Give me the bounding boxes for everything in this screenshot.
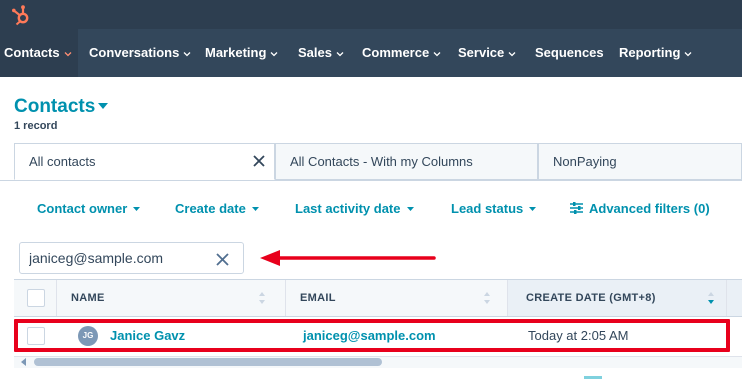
chevron-down-icon (684, 50, 692, 58)
filter-label: Last activity date (295, 201, 401, 216)
caret-down-icon[interactable] (98, 103, 108, 109)
nav-label: Contacts (4, 45, 60, 60)
tab-label: All Contacts - With my Columns (290, 154, 473, 169)
page-title[interactable]: Contacts (14, 96, 95, 118)
caret-down-icon (529, 207, 537, 212)
caret-down-icon (406, 207, 414, 212)
annotation-arrow-icon (260, 250, 436, 266)
tab-nonpaying[interactable]: NonPaying (538, 143, 742, 180)
nav-label: Service (458, 45, 505, 60)
hubspot-sprocket-icon[interactable] (10, 4, 32, 26)
column-divider (56, 280, 57, 316)
nav-service[interactable]: Service (458, 29, 516, 77)
filter-label: Create date (175, 201, 246, 216)
sort-descending-icon[interactable] (707, 291, 715, 305)
caret-down-icon (133, 207, 141, 212)
search-box (19, 242, 244, 274)
filter-last-activity-date[interactable]: Last activity date (295, 201, 414, 216)
view-tabs: All contacts All Contacts - With my Colu… (14, 143, 742, 180)
nav-sales[interactable]: Sales (298, 29, 344, 77)
nav-label: Sequences (535, 45, 604, 60)
column-header-email[interactable]: EMAIL (300, 280, 336, 316)
sort-icon[interactable] (483, 291, 491, 305)
tab-divider (0, 180, 742, 181)
highlight-box (14, 319, 730, 352)
filter-label: Advanced filters (0) (589, 201, 710, 216)
nav-reporting[interactable]: Reporting (619, 29, 692, 77)
search-input[interactable] (29, 243, 209, 273)
nav-label: Commerce (362, 45, 430, 60)
filter-label: Contact owner (37, 201, 128, 216)
nav-sequences[interactable]: Sequences (535, 29, 604, 77)
tab-all-contacts-with-my-columns[interactable]: All Contacts - With my Columns (275, 143, 538, 180)
filter-contact-owner[interactable]: Contact owner (37, 201, 141, 216)
record-count: 1 record (14, 120, 58, 132)
caret-down-icon (251, 207, 259, 212)
scroll-left-icon[interactable] (20, 358, 28, 366)
column-divider (726, 280, 727, 316)
tab-label: All contacts (29, 154, 96, 169)
nav-commerce[interactable]: Commerce (362, 29, 441, 77)
nav-label: Reporting (619, 45, 681, 60)
sort-icon[interactable] (258, 291, 266, 305)
top-bar (0, 0, 742, 29)
nav-label: Sales (298, 45, 332, 60)
filter-create-date[interactable]: Create date (175, 201, 259, 216)
chevron-down-icon (64, 50, 72, 58)
filter-lead-status[interactable]: Lead status (451, 201, 537, 216)
close-icon[interactable] (216, 253, 229, 266)
main-nav: Contacts Conversations Marketing Sales C… (0, 29, 742, 77)
select-all-checkbox[interactable] (27, 289, 45, 307)
close-icon[interactable] (252, 154, 266, 168)
chevron-down-icon (336, 50, 344, 58)
sliders-icon (570, 202, 583, 214)
column-header-name[interactable]: NAME (71, 280, 105, 316)
chevron-down-icon (183, 50, 191, 58)
table-header: NAME EMAIL CREATE DATE (GMT+8) (14, 279, 742, 317)
chevron-down-icon (433, 50, 441, 58)
tab-label: NonPaying (553, 154, 617, 169)
chevron-down-icon (270, 50, 278, 58)
nav-label: Conversations (89, 45, 180, 60)
nav-conversations[interactable]: Conversations (89, 29, 191, 77)
filter-label: Lead status (451, 201, 524, 216)
nav-contacts[interactable]: Contacts (0, 29, 78, 77)
scrollbar-thumb[interactable] (34, 358, 382, 366)
nav-marketing[interactable]: Marketing (205, 29, 278, 77)
advanced-filters-button[interactable]: Advanced filters (0) (570, 201, 710, 216)
nav-label: Marketing (205, 45, 267, 60)
tab-all-contacts[interactable]: All contacts (14, 143, 275, 180)
chevron-down-icon (508, 50, 516, 58)
column-divider (285, 280, 286, 316)
